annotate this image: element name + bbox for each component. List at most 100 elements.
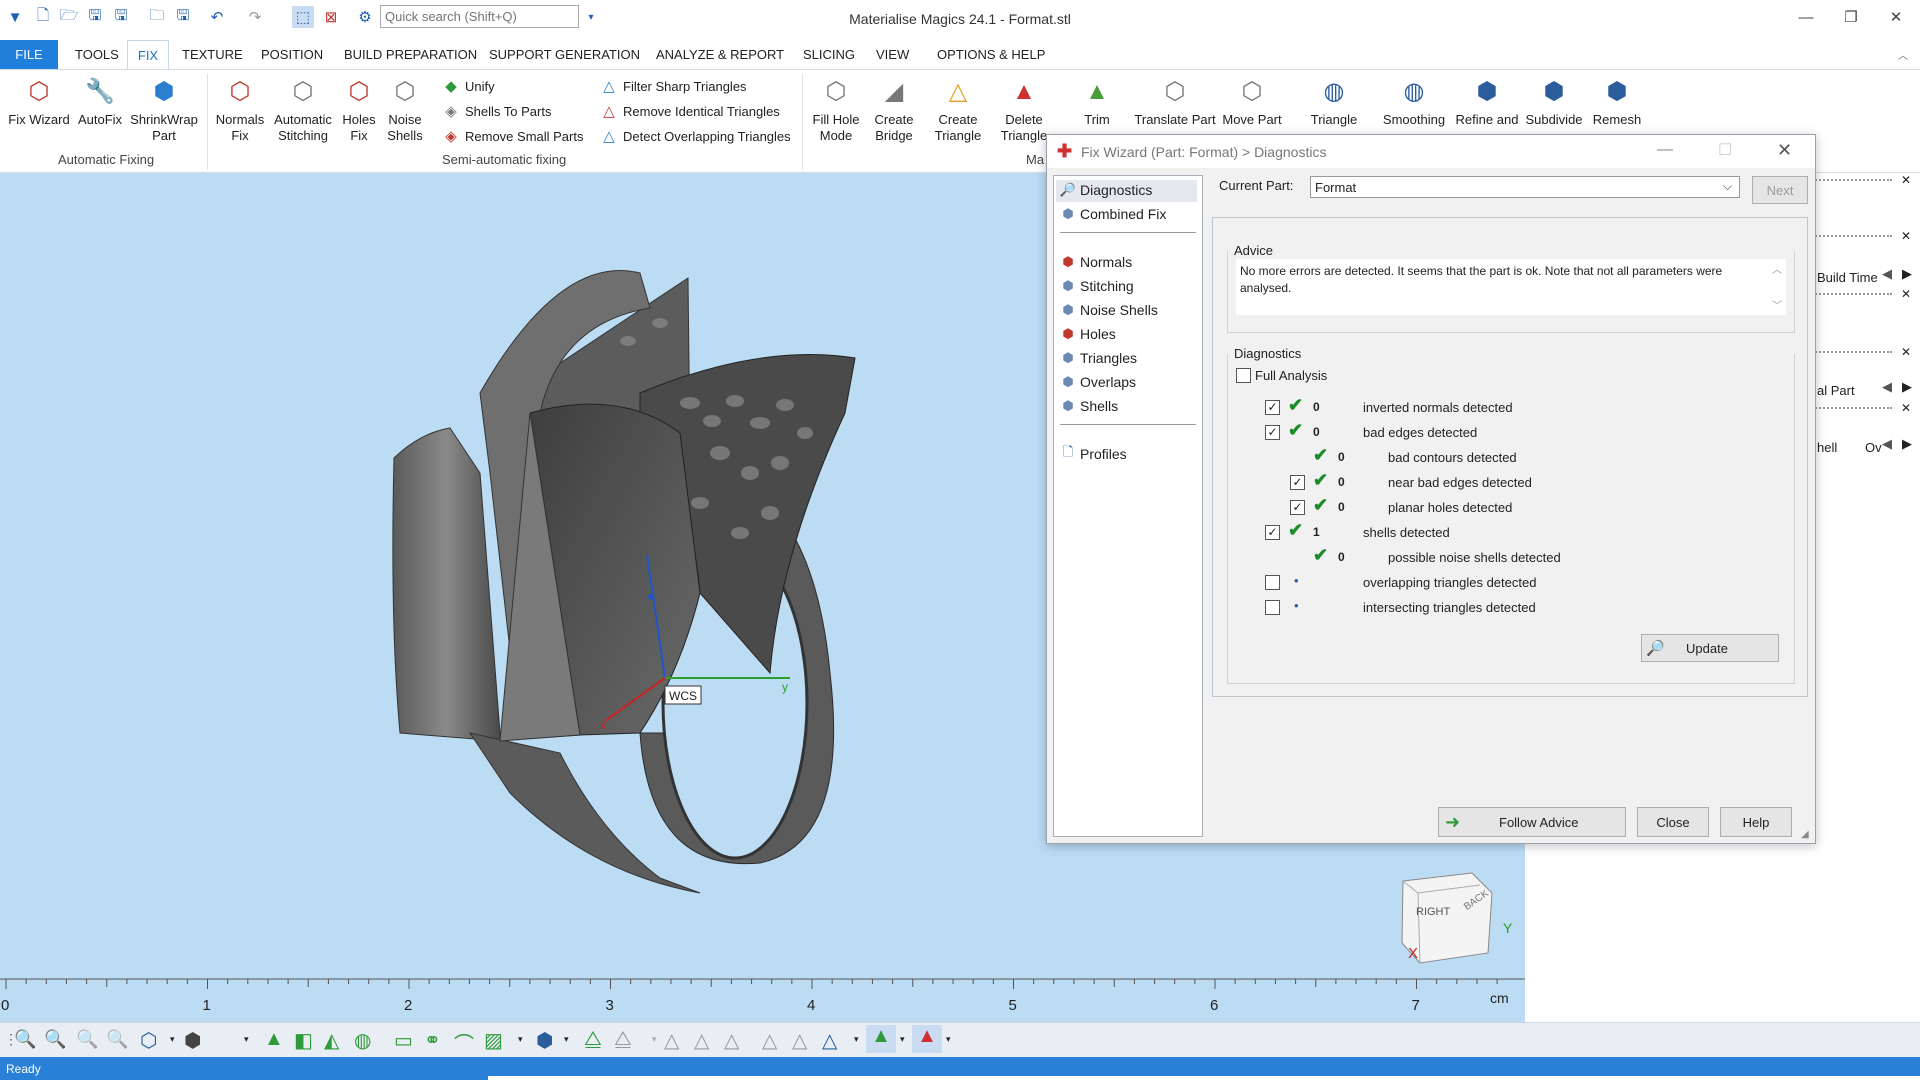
dropdown-icon[interactable]: ▾ <box>170 1034 175 1045</box>
nav-normals[interactable]: ⬢ Normals <box>1060 254 1132 270</box>
dialog-maximize-icon[interactable]: ☐ <box>1718 140 1732 160</box>
fix-wizard-button[interactable]: ⬡ Fix Wizard <box>6 76 72 128</box>
diagnostic-checkbox[interactable]: ✓ <box>1265 400 1280 415</box>
nav-diagnostics[interactable]: 🔎 Diagnostics <box>1060 182 1152 198</box>
create-bridge-button[interactable]: ◢ Create Bridge <box>868 76 920 144</box>
panel-grip[interactable] <box>1812 235 1892 237</box>
expand-marking-icon[interactable]: ⧋ <box>614 1028 632 1051</box>
refine-and-smooth-button[interactable]: ⬢ Refine and <box>1452 76 1522 128</box>
panel-grip[interactable] <box>1812 407 1892 409</box>
current-part-select[interactable]: Format ⌵ <box>1310 176 1740 198</box>
panel-close-icon[interactable]: ✕ <box>1901 229 1911 243</box>
close-window-icon[interactable]: ✕ <box>1876 4 1916 30</box>
diagnostic-checkbox[interactable]: ✓ <box>1290 475 1305 490</box>
translate-part-button[interactable]: ⬡ Translate Part <box>1134 76 1216 128</box>
mark-curve-icon[interactable]: ⌒ <box>454 1028 474 1057</box>
dialog-minimize-icon[interactable]: — <box>1657 141 1673 159</box>
invert-marking-icon[interactable]: ⧋ <box>584 1028 602 1051</box>
menu-options-help[interactable]: OPTIONS & HELP <box>937 47 1045 62</box>
dialog-title-bar[interactable]: ✚ Fix Wizard (Part: Format) > Diagnostic… <box>1047 135 1815 168</box>
panel-close-icon[interactable]: ✕ <box>1901 287 1911 301</box>
scroll-up-icon[interactable]: ︿ <box>1772 261 1782 276</box>
view-orientation-icon[interactable]: ⬡ <box>140 1028 157 1053</box>
dialog-close-icon[interactable]: ✕ <box>1777 140 1792 161</box>
minimize-icon[interactable]: — <box>1786 4 1826 30</box>
panel-close-icon[interactable]: ✕ <box>1901 173 1911 187</box>
diagnostic-checkbox[interactable] <box>1265 575 1280 590</box>
mark-area-icon[interactable]: ▨ <box>484 1028 503 1053</box>
menu-slicing[interactable]: SLICING <box>803 47 855 62</box>
scroll-right-icon[interactable]: ▶ <box>1902 436 1912 452</box>
nav-shells[interactable]: ⬢ Shells <box>1060 398 1118 414</box>
scroll-right-icon[interactable]: ▶ <box>1902 379 1912 395</box>
move-part-button[interactable]: ⬡ Move Part <box>1220 76 1284 128</box>
menu-position[interactable]: POSITION <box>261 47 323 62</box>
detect-overlapping-triangles-button[interactable]: △ Detect Overlapping Triangles <box>600 127 790 145</box>
resize-grip-icon[interactable]: ◢ <box>1801 829 1809 840</box>
mark-plane-icon[interactable]: ◧ <box>294 1028 313 1053</box>
shaded-mode-icon[interactable]: ▲ <box>912 1025 942 1053</box>
nav-combined-fix[interactable]: ⬢ Combined Fix <box>1060 206 1166 222</box>
nav-overlaps[interactable]: ⬢ Overlaps <box>1060 374 1136 390</box>
remove-small-parts-button[interactable]: ◈ Remove Small Parts <box>442 127 583 145</box>
filter-sharp-triangles-button[interactable]: △ Filter Sharp Triangles <box>600 77 746 95</box>
nav-profiles[interactable]: 🗋 Profiles <box>1060 444 1127 462</box>
nav-holes[interactable]: ⬢ Holes <box>1060 326 1115 342</box>
dropdown-icon[interactable]: ▾ <box>518 1034 523 1045</box>
shrinkwrap-part-button[interactable]: ⬢ ShrinkWrap Part <box>128 76 200 144</box>
panel-grip[interactable] <box>1812 351 1892 353</box>
automatic-stitching-button[interactable]: ⬡ Automatic Stitching <box>270 76 336 144</box>
render-mode-icon[interactable]: ⬢ <box>184 1028 201 1053</box>
menu-build-preparation[interactable]: BUILD PREPARATION <box>344 47 477 62</box>
nav-triangles[interactable]: ⬢ Triangles <box>1060 350 1137 366</box>
unmark-icon[interactable]: ⬢ <box>536 1028 553 1053</box>
smoothing-button[interactable]: ◍ Smoothing <box>1378 76 1450 128</box>
menu-view[interactable]: VIEW <box>876 47 909 62</box>
build-time-column-header[interactable]: Build Time <box>1817 270 1878 285</box>
overlap-column-header[interactable]: Ov <box>1865 440 1882 455</box>
marking-icon[interactable]: ▲ <box>264 1028 284 1051</box>
menu-file[interactable]: FILE <box>0 40 58 69</box>
scroll-left-icon[interactable]: ◀ <box>1882 266 1892 282</box>
scroll-left-icon[interactable]: ◀ <box>1882 379 1892 395</box>
zoom-window-icon[interactable]: 🔍 <box>44 1029 66 1050</box>
part-column-header[interactable]: al Part <box>1817 383 1855 398</box>
restore-icon[interactable]: ❐ <box>1831 4 1871 30</box>
mark-lasso-icon[interactable]: ⚭ <box>424 1028 441 1053</box>
diagnostic-checkbox[interactable]: ✓ <box>1265 525 1280 540</box>
nav-noise-shells[interactable]: ⬢ Noise Shells <box>1060 302 1158 318</box>
mark-connected-icon[interactable]: △ <box>724 1028 739 1053</box>
remesh-button[interactable]: ⬢ Remesh <box>1588 76 1646 128</box>
mark-all-icon[interactable]: △ <box>694 1028 709 1053</box>
menu-texture[interactable]: TEXTURE <box>182 47 243 62</box>
mark-edges-icon[interactable]: △ <box>762 1028 777 1053</box>
menu-fix[interactable]: FIX <box>127 40 169 70</box>
dropdown-icon[interactable]: ▾ <box>564 1034 569 1045</box>
dropdown-icon[interactable]: ▾ <box>900 1034 905 1045</box>
full-analysis-option[interactable]: Full Analysis <box>1236 368 1327 383</box>
diagnostic-checkbox[interactable] <box>1265 600 1280 615</box>
dropdown-icon[interactable]: ▾ <box>244 1034 249 1045</box>
panel-close-icon[interactable]: ✕ <box>1901 345 1911 359</box>
create-triangle-button[interactable]: △ Create Triangle <box>926 76 990 144</box>
normals-fix-button[interactable]: ⬡ Normals Fix <box>212 76 268 144</box>
mark-contour-icon[interactable]: ▭ <box>394 1028 413 1053</box>
update-button[interactable]: 🔎 Update <box>1641 634 1779 662</box>
panel-grip[interactable] <box>1812 293 1892 295</box>
scroll-down-icon[interactable]: ﹀ <box>1772 297 1782 312</box>
nav-stitching[interactable]: ⬢ Stitching <box>1060 278 1133 294</box>
scroll-left-icon[interactable]: ◀ <box>1882 436 1892 452</box>
panel-close-icon[interactable]: ✕ <box>1901 401 1911 415</box>
collapse-ribbon-icon[interactable]: ︿ <box>1898 47 1908 62</box>
shell-column-header[interactable]: hell <box>1817 440 1837 455</box>
scroll-right-icon[interactable]: ▶ <box>1902 266 1912 282</box>
zoom-all-icon[interactable]: 🔍 <box>106 1029 128 1050</box>
autofix-button[interactable]: 🔧 AutoFix <box>74 76 126 128</box>
diagnostic-checkbox[interactable]: ✓ <box>1265 425 1280 440</box>
trim-button[interactable]: ▲ Trim <box>1076 76 1118 128</box>
zoom-selected-icon[interactable]: 🔍 <box>76 1029 98 1050</box>
menu-analyze-report[interactable]: ANALYZE & REPORT <box>656 47 784 62</box>
menu-tools[interactable]: TOOLS <box>75 47 119 62</box>
menu-support-generation[interactable]: SUPPORT GENERATION <box>489 47 640 62</box>
holes-fix-button[interactable]: ⬡ Holes Fix <box>338 76 380 144</box>
